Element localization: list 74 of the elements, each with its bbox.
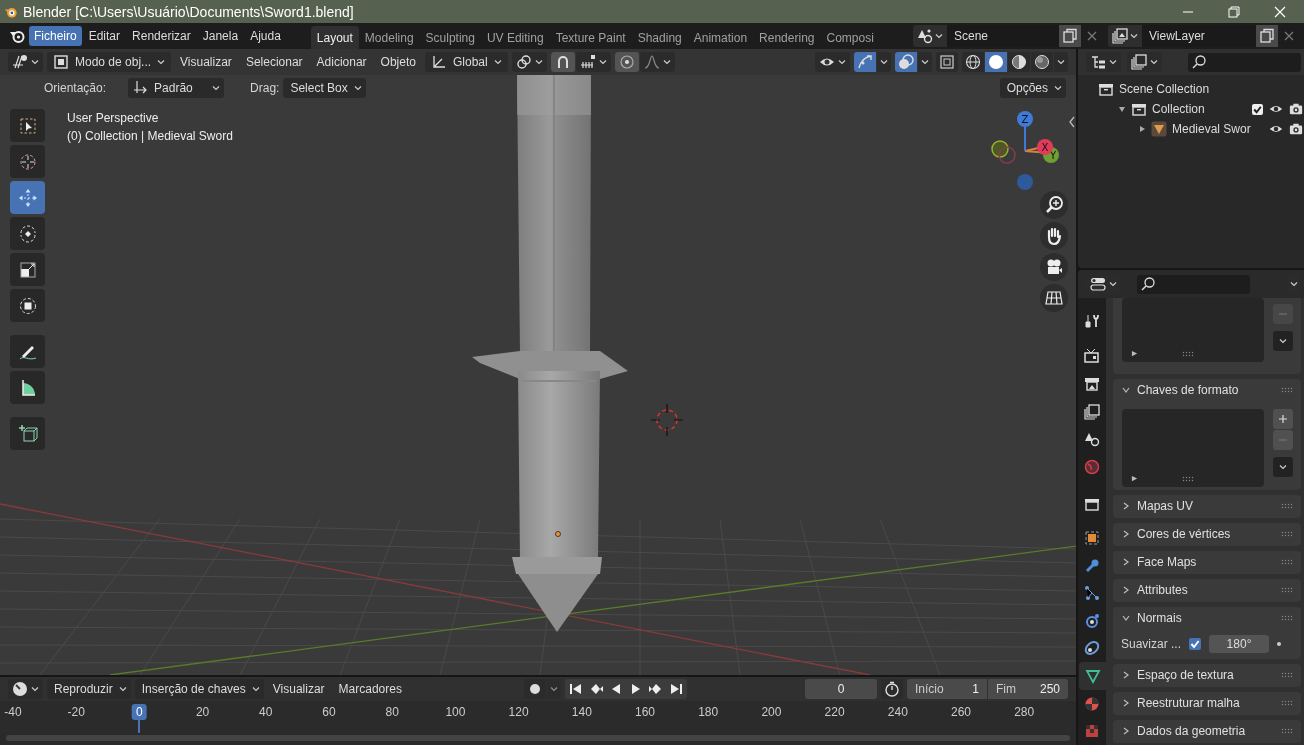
start-frame-field[interactable]: Início 1: [907, 679, 987, 699]
workspace-tab[interactable]: Texture Paint: [549, 26, 632, 49]
panel-header[interactable]: Mapas UV: [1113, 495, 1301, 517]
panel-header[interactable]: Face Maps: [1113, 551, 1301, 573]
outliner-item-label[interactable]: Scene Collection: [1119, 82, 1210, 96]
frame-number: 120: [507, 704, 530, 720]
viewport-info-text: User Perspective: [67, 110, 160, 127]
workspace-tab[interactable]: UV Editing: [480, 26, 550, 49]
frame-number: 100: [444, 704, 467, 720]
transform-orientation-dropdown[interactable]: Global: [424, 52, 508, 72]
axis-handle[interactable]: Z: [1017, 111, 1033, 127]
viewport-info-text: (0) Collection | Medieval Sword: [67, 128, 233, 145]
window-title: Blender [C:\Users\Usuário\Documents\Sword1.blend]: [23, 3, 354, 20]
drag-label: Drag:: [250, 81, 280, 95]
panel-title[interactable]: Mapas UV: [1137, 499, 1194, 513]
workspace-tab[interactable]: Animation: [687, 26, 754, 49]
mode-dropdown[interactable]: Modo de obj...: [47, 52, 172, 72]
frame-number: 240: [886, 704, 909, 720]
timeline-dropdown[interactable]: Inserção de chaves: [134, 679, 264, 699]
current-frame-field[interactable]: 0: [805, 679, 877, 699]
viewport-menu[interactable]: Selecionar: [240, 55, 308, 69]
frame-number: 160: [634, 704, 656, 720]
timeline-menu[interactable]: Visualizar: [267, 682, 330, 696]
orientation-label: Orientação:: [44, 81, 107, 95]
panel-title[interactable]: Face Maps: [1137, 555, 1197, 569]
workspace-tab[interactable]: Sculpting: [419, 26, 481, 49]
timeline-dropdown[interactable]: Reproduzir: [47, 679, 131, 699]
frame-number: 220: [823, 704, 846, 720]
view-layer-selector[interactable]: ViewLayer: [1108, 25, 1300, 47]
panel-header[interactable]: Cores de vértices: [1113, 523, 1301, 545]
workspace-tab[interactable]: Composi: [820, 26, 880, 49]
drag-dropdown[interactable]: Select Box: [283, 78, 366, 98]
workspace-tab[interactable]: Layout: [310, 26, 359, 49]
panel-title[interactable]: Chaves de formato: [1137, 383, 1239, 397]
workspace-tab[interactable]: Rendering: [753, 26, 821, 49]
outliner-item-label[interactable]: Medieval Swor: [1172, 122, 1251, 136]
menu-item[interactable]: Ficheiro: [29, 26, 82, 46]
workspace-tab[interactable]: Shading: [631, 26, 688, 49]
frame-number: 260: [950, 704, 972, 720]
viewport-menu[interactable]: Objeto: [375, 55, 421, 69]
panel-header[interactable]: Espaço de textura: [1113, 664, 1301, 686]
menu-item[interactable]: Renderizar: [127, 26, 196, 46]
frame-number: 140: [570, 704, 593, 720]
frame-number: 40: [258, 704, 274, 720]
panel-title[interactable]: Normais: [1137, 611, 1182, 625]
auto-smooth-label: Suavizar ...: [1121, 637, 1182, 651]
orientation-dropdown[interactable]: Padrão: [128, 78, 225, 98]
workspace-tab[interactable]: Modeling: [358, 26, 420, 49]
angle-field[interactable]: 180°: [1209, 635, 1270, 653]
frame-number: 280: [1013, 704, 1036, 720]
menu-item[interactable]: Janela: [197, 26, 244, 46]
outliner-item-label[interactable]: Collection: [1152, 102, 1205, 116]
frame-number: 80: [384, 704, 400, 720]
viewport-menu[interactable]: Visualizar: [175, 55, 237, 69]
menu-item[interactable]: Ajuda: [245, 26, 286, 46]
menu-item[interactable]: Editar: [83, 26, 126, 46]
frame-number: 60: [321, 704, 337, 720]
viewport-menu[interactable]: Adicionar: [311, 55, 372, 69]
end-frame-field[interactable]: Fim 250: [988, 679, 1068, 699]
frame-number: 0: [132, 704, 147, 720]
frame-number: 200: [760, 704, 783, 720]
panel-header[interactable]: Normais: [1113, 607, 1301, 629]
frame-number: 180: [697, 704, 720, 720]
panel-header[interactable]: Chaves de formato: [1113, 379, 1301, 401]
frame-number: -40: [3, 704, 23, 720]
scene-selector[interactable]: Scene: [913, 25, 1103, 47]
timeline-menu[interactable]: Marcadores: [333, 682, 407, 696]
frame-number: 20: [194, 704, 211, 720]
panel-header[interactable]: Attributes: [1113, 579, 1301, 601]
frame-number: -20: [66, 704, 86, 720]
panel-title[interactable]: Attributes: [1137, 583, 1188, 597]
panel-header[interactable]: Reestruturar malha: [1113, 692, 1301, 714]
options-dropdown[interactable]: Opções: [999, 78, 1066, 98]
panel-header[interactable]: Dados da geometria: [1113, 720, 1301, 742]
